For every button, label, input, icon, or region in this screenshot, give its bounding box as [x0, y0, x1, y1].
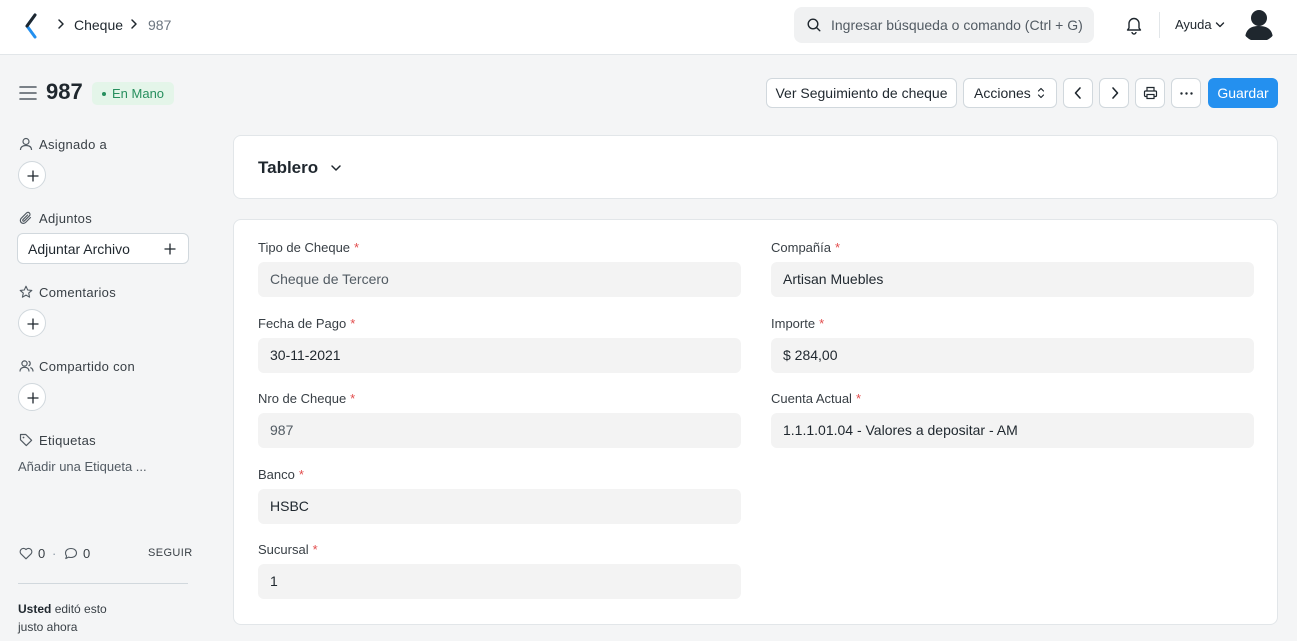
avatar[interactable]	[1241, 6, 1277, 42]
page-title: 987	[46, 79, 83, 104]
heart-icon[interactable]	[19, 547, 33, 560]
search-icon	[807, 18, 821, 32]
sidebar-divider	[18, 583, 188, 584]
attachments-label: Adjuntos	[39, 211, 92, 226]
branch-field[interactable]: 1	[258, 564, 741, 599]
field-label-branch: Sucursal *	[258, 542, 318, 557]
star-icon	[19, 285, 33, 298]
add-tag-link[interactable]: Añadir una Etiqueta ...	[18, 459, 147, 474]
breadcrumb-cheque[interactable]: Cheque	[74, 16, 123, 34]
field-label-payment-date: Fecha de Pago *	[258, 316, 356, 331]
current-account-field[interactable]: 1.1.1.01.04 - Valores a depositar - AM	[771, 413, 1254, 448]
attach-file-label: Adjuntar Archivo	[28, 241, 130, 257]
sort-updown-icon	[1037, 87, 1045, 99]
amount-field[interactable]: $ 284,00	[771, 338, 1254, 373]
add-comment-button[interactable]	[18, 309, 46, 337]
help-dropdown[interactable]: Ayuda	[1175, 17, 1212, 32]
status-badge: En Mano	[92, 82, 175, 105]
edited-time: justo ahora	[18, 620, 78, 634]
assigned-to-label: Asignado a	[39, 137, 108, 152]
bell-icon[interactable]	[1125, 15, 1143, 35]
cheque-type-field[interactable]: Cheque de Tercero	[258, 262, 741, 297]
users-icon	[19, 360, 34, 372]
tags-label: Etiquetas	[39, 433, 96, 448]
tag-icon	[19, 433, 33, 447]
user-icon	[19, 137, 33, 151]
field-label-cheque-type: Tipo de Cheque *	[258, 240, 360, 255]
payment-date-field[interactable]: 30-11-2021	[258, 338, 741, 373]
field-label-company: Compañía *	[771, 240, 841, 255]
field-label-amount: Importe *	[771, 316, 825, 331]
cheque-number-field[interactable]: 987	[258, 413, 741, 448]
edited-user[interactable]: Usted	[18, 602, 51, 616]
edited-text: editó esto	[54, 602, 107, 616]
app-logo-icon[interactable]	[24, 13, 40, 39]
next-record-button[interactable]	[1099, 78, 1129, 108]
plus-icon	[164, 243, 176, 255]
chevron-down-icon[interactable]	[330, 164, 342, 172]
company-field[interactable]: Artisan Muebles	[771, 262, 1254, 297]
navbar: Cheque 987 Ingresar búsqueda o comando (…	[0, 0, 1297, 55]
shared-with-label: Compartido con	[39, 359, 135, 374]
bank-field[interactable]: HSBC	[258, 489, 741, 524]
chevron-right-icon	[1112, 87, 1119, 99]
comments-label: Comentarios	[39, 285, 116, 300]
plus-icon	[27, 392, 39, 404]
breadcrumb-current[interactable]: 987	[148, 16, 171, 34]
follow-button[interactable]: SEGUIR	[148, 547, 193, 559]
plus-icon	[27, 170, 39, 182]
dashboard-section[interactable]: Tablero	[233, 135, 1278, 199]
comments-count: 0	[83, 546, 91, 561]
printer-icon	[1143, 86, 1158, 100]
chevron-right-icon	[131, 19, 137, 29]
field-label-cheque-number: Nro de Cheque *	[258, 391, 356, 406]
view-tracking-button[interactable]: Ver Seguimiento de cheque	[766, 78, 957, 108]
paperclip-icon	[19, 211, 32, 224]
ellipsis-icon	[1180, 92, 1193, 95]
chevron-left-icon	[1074, 87, 1081, 99]
comment-icon	[64, 547, 78, 560]
activity-summary: Usted editó esto justo ahora	[18, 600, 178, 636]
search-placeholder: Ingresar búsqueda o comando (Ctrl + G)	[831, 17, 1083, 33]
more-options-button[interactable]	[1171, 78, 1201, 108]
save-button[interactable]: Guardar	[1208, 78, 1278, 108]
form-section: Tipo de Cheque * Cheque de Tercero Fecha …	[233, 219, 1278, 625]
actions-dropdown[interactable]: Acciones	[963, 78, 1057, 108]
print-button[interactable]	[1135, 78, 1165, 108]
previous-record-button[interactable]	[1063, 78, 1093, 108]
dashboard-title: Tablero	[258, 158, 319, 177]
field-label-bank: Banco *	[258, 467, 304, 482]
navbar-divider	[1159, 12, 1160, 38]
add-assignment-button[interactable]	[18, 161, 46, 189]
chevron-down-icon[interactable]	[1215, 21, 1225, 29]
separator-dot: ·	[52, 546, 57, 561]
user-avatar-icon	[1245, 10, 1273, 40]
search-input[interactable]: Ingresar búsqueda o comando (Ctrl + G)	[794, 7, 1094, 43]
actions-label: Acciones	[974, 85, 1031, 101]
sidebar-toggle-icon[interactable]	[19, 85, 37, 101]
attach-file-button[interactable]: Adjuntar Archivo	[17, 233, 189, 264]
field-label-current-account: Cuenta Actual *	[771, 391, 862, 406]
plus-icon	[27, 318, 39, 330]
add-share-button[interactable]	[18, 383, 46, 411]
likes-count: 0	[38, 546, 46, 561]
chevron-right-icon	[58, 19, 64, 29]
